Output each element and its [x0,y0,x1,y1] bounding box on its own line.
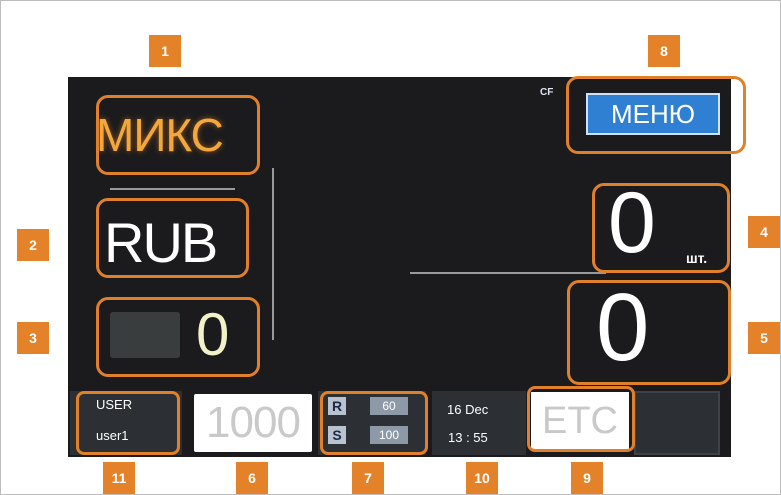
highlight-currency [96,198,249,278]
date-label: 16 Dec [447,402,489,417]
datetime-cell [432,391,526,455]
callout-9: 9 [571,462,603,494]
highlight-accumulated [96,297,260,377]
vertical-divider [272,168,274,340]
callout-5: 5 [748,322,780,354]
highlight-etc [527,386,635,452]
callout-3: 3 [17,322,49,354]
callout-1: 1 [149,35,181,67]
highlight-count [592,183,730,273]
count-divider [410,272,606,274]
cf-indicator: CF [540,87,554,98]
callout-10: 10 [466,462,498,494]
mode-divider [110,188,235,190]
callout-6: 6 [236,462,268,494]
empty-cell [634,391,720,455]
callout-4: 4 [748,216,780,248]
highlight-user [76,391,180,455]
time-label: 13 : 55 [448,430,488,445]
callout-11: 11 [103,462,135,494]
highlight-menu [566,76,746,154]
highlight-mode [96,95,260,175]
callout-7: 7 [352,462,384,494]
callout-2: 2 [17,229,49,261]
highlight-total [567,280,731,385]
highlight-speed [320,391,428,455]
denomination-field[interactable]: 1000 [194,394,312,452]
callout-8: 8 [648,35,680,67]
